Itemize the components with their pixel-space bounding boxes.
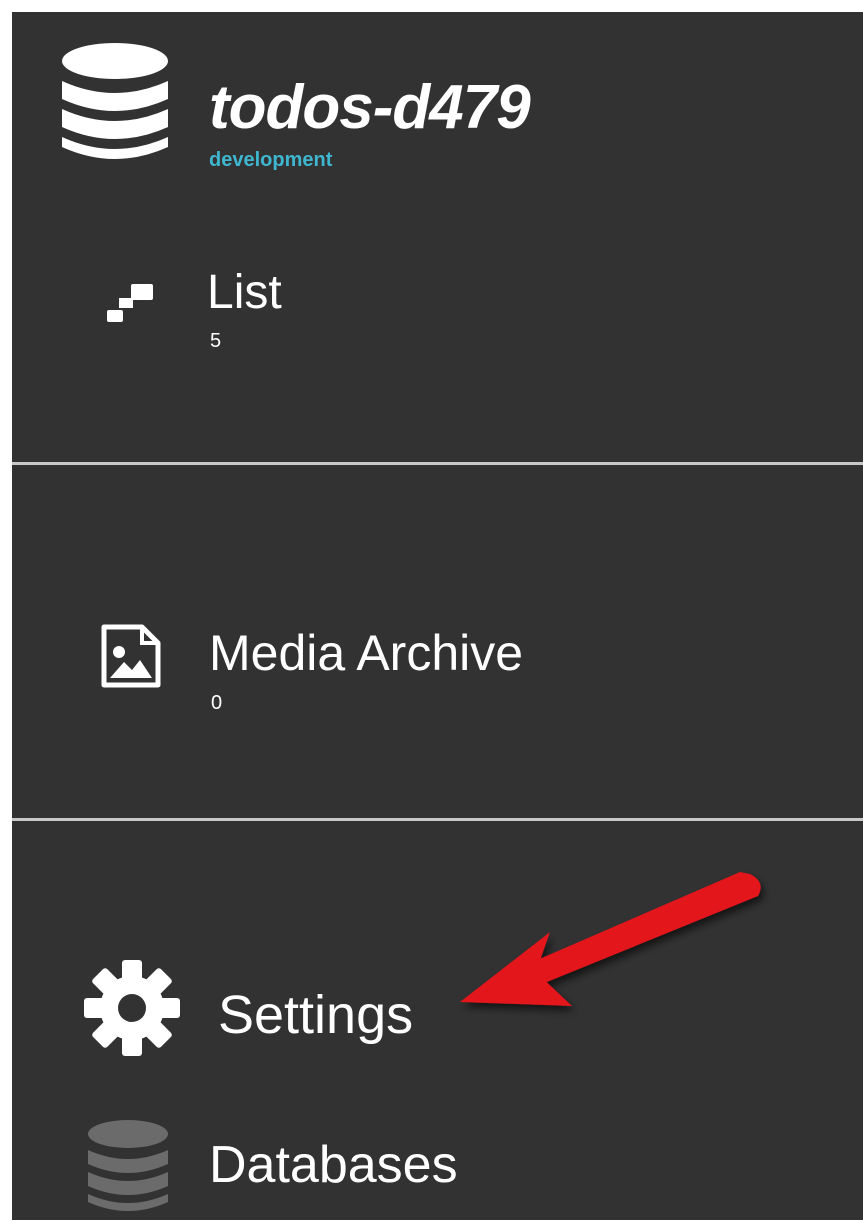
sidebar-item-databases[interactable]: Databases	[12, 1112, 863, 1220]
list-icon	[107, 284, 153, 322]
sidebar-item-settings[interactable]: Settings	[12, 942, 863, 1056]
sidebar: todos-d479 development List 5 Media Arch…	[12, 12, 863, 1220]
database-icon	[88, 1120, 168, 1211]
gear-icon	[84, 960, 180, 1056]
sidebar-item-label: Media Archive	[209, 625, 524, 681]
sidebar-item-label: Databases	[209, 1136, 458, 1194]
sidebar-item-list[interactable]: List 5	[12, 242, 863, 362]
item-count: 5	[210, 330, 222, 352]
sidebar-item-label: Settings	[218, 985, 414, 1045]
sidebar-item-media-archive[interactable]: Media Archive 0	[12, 602, 863, 732]
item-count: 0	[211, 692, 223, 714]
environment-label: development	[209, 149, 333, 171]
app-title: todos-d479	[209, 73, 531, 142]
image-file-icon	[101, 624, 161, 688]
divider	[12, 818, 863, 821]
sidebar-item-label: List	[207, 266, 282, 319]
database-icon	[62, 43, 168, 159]
divider	[12, 462, 863, 465]
